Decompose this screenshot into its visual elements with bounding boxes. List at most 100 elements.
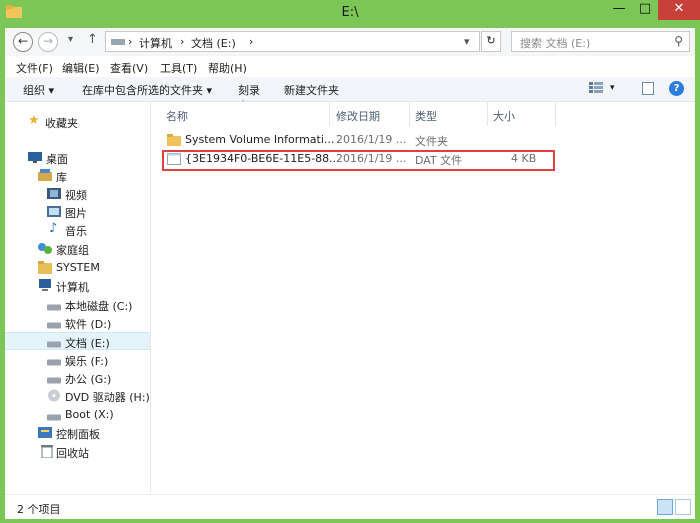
- burn-button[interactable]: 刻录: [238, 82, 260, 98]
- details-view-button[interactable]: [657, 499, 673, 515]
- drive-icon: [47, 322, 61, 329]
- minimize-button[interactable]: —: [606, 0, 632, 20]
- nav-label: 库: [56, 171, 67, 184]
- nav-favorites[interactable]: ★ 收藏夹: [5, 113, 150, 131]
- nav-drive-c[interactable]: 本地磁盘 (C:): [5, 296, 150, 314]
- nav-drive-x[interactable]: Boot (X:): [5, 406, 150, 424]
- nav-control-panel[interactable]: 控制面板: [5, 424, 150, 442]
- folder-icon: [167, 134, 181, 146]
- window-title: E:\: [341, 5, 359, 20]
- menu-bar: 文件(F) 编辑(E) 查看(V) 工具(T) 帮助(H): [5, 57, 695, 76]
- file-row[interactable]: System Volume Informati... 2016/1/19 ...…: [161, 131, 551, 149]
- address-row: ← → ▾ ↑ › 计算机 › 文档 (E:) › ▾ ↻ 搜索 文档 (E:)…: [5, 28, 695, 56]
- search-icon[interactable]: ⚲: [674, 34, 683, 48]
- address-bar[interactable]: › 计算机 › 文档 (E:) › ▾: [105, 31, 480, 52]
- nav-drive-e[interactable]: 文档 (E:): [5, 332, 150, 350]
- menu-help[interactable]: 帮助(H): [208, 60, 247, 76]
- control-panel-icon: [38, 427, 52, 438]
- column-header-date[interactable]: 修改日期: [336, 108, 380, 124]
- nav-recycle-bin[interactable]: 回收站: [5, 443, 150, 461]
- back-button[interactable]: ←: [13, 32, 33, 52]
- nav-video[interactable]: 视频: [5, 185, 150, 203]
- maximize-button[interactable]: □: [632, 0, 658, 20]
- column-divider[interactable]: [409, 102, 410, 126]
- breadcrumb-separator-icon[interactable]: ›: [128, 35, 132, 48]
- nav-drive-d[interactable]: 软件 (D:): [5, 314, 150, 332]
- nav-desktop[interactable]: 桌面: [5, 149, 150, 167]
- nav-label: 家庭组: [56, 244, 89, 257]
- nav-label: 图片: [65, 207, 87, 220]
- column-header-type[interactable]: 类型: [415, 108, 437, 124]
- item-count: 2 个项目: [17, 503, 61, 516]
- nav-label: SYSTEM: [56, 261, 100, 274]
- nav-system-user[interactable]: SYSTEM: [5, 259, 150, 277]
- breadcrumb-separator-icon[interactable]: ›: [249, 35, 253, 48]
- column-divider[interactable]: [487, 102, 488, 126]
- user-folder-icon: [38, 261, 52, 274]
- command-bar: 组织 ▾ 在库中包含所选的文件夹 ▾ 刻录 新建文件夹 ▾ ?: [5, 77, 695, 102]
- breadcrumb-drive-e[interactable]: 文档 (E:): [191, 35, 236, 51]
- close-button[interactable]: ✕: [658, 0, 700, 20]
- address-dropdown-icon[interactable]: ▾: [464, 35, 470, 48]
- desktop-icon: [28, 152, 42, 163]
- recent-locations-chevron-icon[interactable]: ▾: [68, 34, 73, 45]
- drive-icon: [47, 359, 61, 366]
- nav-label: 收藏夹: [45, 117, 78, 130]
- recycle-bin-icon: [41, 445, 53, 458]
- star-icon: ★: [28, 113, 40, 128]
- computer-drive-icon: [111, 39, 125, 45]
- nav-label: 娱乐 (F:): [65, 355, 109, 368]
- forward-button[interactable]: →: [38, 32, 58, 52]
- nav-drive-f[interactable]: 娱乐 (F:): [5, 351, 150, 369]
- video-icon: [47, 188, 61, 199]
- homegroup-icon: [38, 243, 52, 254]
- new-folder-button[interactable]: 新建文件夹: [284, 82, 339, 98]
- navigation-pane: ★ 收藏夹 桌面 库 视频 图片 ♪ 音乐 家庭组 SYSTEM 计算机 本地磁…: [5, 102, 157, 492]
- search-input[interactable]: 搜索 文档 (E:) ⚲: [511, 31, 690, 52]
- nav-label: 回收站: [56, 447, 89, 460]
- nav-computer[interactable]: 计算机: [5, 277, 150, 295]
- column-divider[interactable]: [555, 102, 556, 126]
- library-icon: [38, 169, 52, 181]
- sort-indicator-icon: ˄: [241, 99, 245, 108]
- nav-music[interactable]: ♪ 音乐: [5, 221, 150, 239]
- nav-library[interactable]: 库: [5, 167, 150, 185]
- nav-label: DVD 驱动器 (H:) I: [65, 391, 157, 404]
- music-note-icon: ♪: [49, 221, 58, 236]
- nav-label: 本地磁盘 (C:): [65, 300, 133, 313]
- drive-icon: [47, 377, 61, 384]
- menu-view[interactable]: 查看(V): [110, 60, 148, 76]
- menu-edit[interactable]: 编辑(E): [62, 60, 100, 76]
- up-arrow-icon[interactable]: ↑: [87, 32, 98, 47]
- nav-pictures[interactable]: 图片: [5, 203, 150, 221]
- help-icon[interactable]: ?: [669, 81, 684, 96]
- nav-label: 文档 (E:): [65, 337, 110, 350]
- nav-label: 软件 (D:): [65, 318, 112, 331]
- menu-file[interactable]: 文件(F): [16, 60, 53, 76]
- nav-drive-g[interactable]: 办公 (G:): [5, 369, 150, 387]
- nav-homegroup[interactable]: 家庭组: [5, 240, 150, 258]
- refresh-button[interactable]: ↻: [481, 31, 501, 52]
- include-in-library-button[interactable]: 在库中包含所选的文件夹 ▾: [82, 82, 212, 98]
- annotation-highlight-box: [162, 150, 555, 171]
- view-dropdown-icon[interactable]: ▾: [610, 83, 615, 93]
- breadcrumb-computer[interactable]: 计算机: [139, 35, 172, 51]
- menu-tools[interactable]: 工具(T): [160, 60, 197, 76]
- preview-pane-icon[interactable]: [642, 82, 654, 95]
- explorer-window: E:\ — □ ✕ ← → ▾ ↑ › 计算机 › 文档 (E:) › ▾ ↻ …: [0, 0, 700, 523]
- file-name: System Volume Informati...: [185, 133, 335, 146]
- organize-button[interactable]: 组织 ▾: [23, 82, 54, 98]
- view-options-icon[interactable]: [589, 82, 603, 94]
- file-date: 2016/1/19 ...: [336, 133, 407, 146]
- column-header-size[interactable]: 大小: [493, 108, 515, 124]
- title-bar: E:\ — □ ✕: [0, 0, 700, 28]
- dvd-drive-icon: [48, 389, 60, 402]
- computer-icon: [39, 279, 51, 291]
- breadcrumb-separator-icon[interactable]: ›: [180, 35, 184, 48]
- column-header-name[interactable]: 名称: [166, 108, 188, 124]
- column-divider[interactable]: [329, 102, 330, 126]
- nav-label: 桌面: [46, 153, 68, 166]
- drive-icon: [47, 414, 61, 421]
- nav-drive-h[interactable]: DVD 驱动器 (H:) I: [5, 387, 157, 405]
- large-icons-view-button[interactable]: [675, 499, 691, 515]
